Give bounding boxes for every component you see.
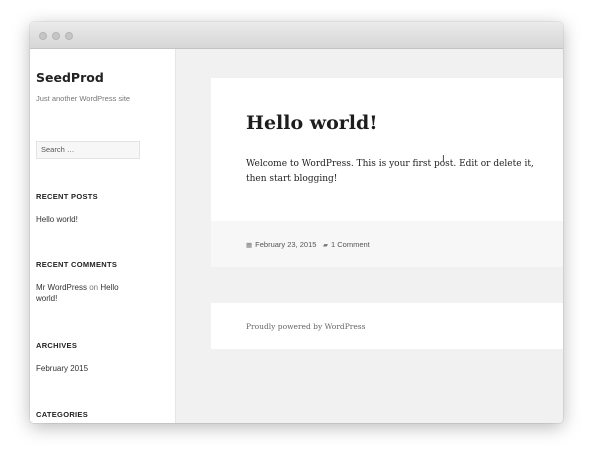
sidebar: SeedProd Just another WordPress site Sea…	[30, 49, 176, 423]
footer-credit[interactable]: Proudly powered by WordPress	[246, 322, 365, 331]
post-card: Hello world! Welcome to WordPress. This …	[211, 78, 563, 267]
post-title[interactable]: Hello world!	[246, 112, 378, 134]
comment-icon: ▰	[323, 242, 328, 249]
archives-heading: ARCHIVES	[36, 341, 78, 350]
window-titlebar	[30, 22, 563, 49]
post-comments: 1 Comment	[331, 240, 370, 249]
categories-heading: CATEGORIES	[36, 410, 89, 419]
text-cursor-icon: I	[442, 154, 445, 165]
comment-author-link[interactable]: Mr WordPress	[36, 283, 87, 292]
recent-comment-item: Mr WordPress on Hello world!	[36, 282, 128, 304]
post-comments-link[interactable]: ▰ 1 Comment	[323, 240, 370, 249]
close-window-button[interactable]	[39, 32, 47, 40]
site-footer: Proudly powered by WordPress	[211, 303, 563, 349]
archive-link[interactable]: February 2015	[36, 363, 128, 374]
site-title[interactable]: SeedProd	[36, 70, 104, 85]
comment-on-label: on	[89, 283, 99, 292]
post-date: February 23, 2015	[255, 240, 317, 249]
post-meta: ▦ February 23, 2015 ▰ 1 Comment	[211, 221, 563, 267]
site-description: Just another WordPress site	[36, 94, 131, 103]
calendar-icon: ▦	[246, 242, 253, 249]
recent-post-link[interactable]: Hello world!	[36, 214, 128, 225]
browser-window: SeedProd Just another WordPress site Sea…	[30, 22, 563, 423]
post-content: Welcome to WordPress. This is your first…	[246, 159, 534, 184]
minimize-window-button[interactable]	[52, 32, 60, 40]
post-date-link[interactable]: ▦ February 23, 2015	[246, 240, 316, 249]
maximize-window-button[interactable]	[65, 32, 73, 40]
recent-comments-heading: RECENT COMMENTS	[36, 260, 118, 269]
search-input[interactable]: Search …	[36, 141, 140, 159]
recent-posts-heading: RECENT POSTS	[36, 192, 98, 201]
